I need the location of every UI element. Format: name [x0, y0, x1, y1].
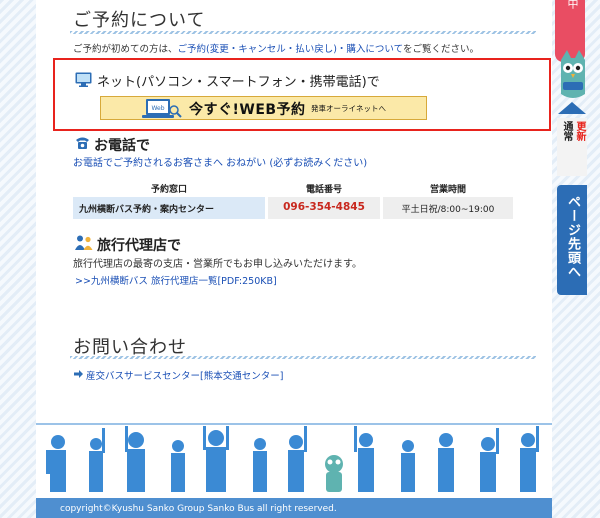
- notice-suffix: をご覧ください。: [402, 44, 479, 55]
- table-header-hours: 営業時間: [429, 185, 466, 195]
- footer: copyright©Kyushu Sanko Group Sanko Bus a…: [36, 414, 552, 518]
- mascot-icon: [561, 50, 585, 98]
- page-top-label: ページ先頭へ: [565, 195, 580, 279]
- people-icon: [75, 235, 93, 250]
- reservation-heading: ご予約について: [73, 10, 206, 31]
- net-reservation-title: ネット(パソコン・スマートフォン・携帯電話)で: [97, 75, 380, 90]
- web-reservation-label: 今すぐ!WEB予約: [189, 102, 306, 118]
- contact-link[interactable]: 産交バスサービスセンター[熊本交通センター]: [86, 368, 283, 382]
- notice-prefix: ご予約が初めての方は、: [73, 44, 178, 55]
- heading-divider: [70, 31, 536, 34]
- update-label-right: 更新: [574, 121, 585, 141]
- agency-list-link[interactable]: >>九州横断バス 旅行代理店一覧[PDF:250KB]: [75, 273, 277, 287]
- net-reservation-box: [53, 58, 551, 131]
- side-tab-char: 中: [566, 0, 579, 9]
- phone-notice-link[interactable]: お電話でご予約されるお客さまへ おねがい (必ずお読みください): [73, 154, 367, 169]
- telephone-icon: [76, 137, 89, 149]
- web-reservation-button[interactable]: Web 今すぐ!WEB予約 発車オーライネットへ: [100, 96, 427, 120]
- laptop-web-label: Web: [151, 105, 164, 112]
- page-top-button[interactable]: ページ先頭へ: [557, 185, 587, 295]
- copyright-text: copyright©Kyushu Sanko Group Sanko Bus a…: [60, 504, 337, 514]
- table-cell-window: 九州横断バス予約・案内センター: [73, 197, 265, 219]
- agency-title: 旅行代理店で: [97, 238, 181, 254]
- phone-title: お電話で: [94, 138, 150, 154]
- web-reservation-sublabel: 発車オーライネットへ: [311, 104, 386, 113]
- table-cell-hours: 平土日祝/8:00~19:00: [383, 197, 513, 219]
- laptop-web-icon: Web: [142, 99, 182, 118]
- reservation-notice: ご予約が初めての方は、ご予約(変更・キャンセル・払い戻し)・購入についてをご覧く…: [73, 41, 479, 55]
- reservation-guide-link[interactable]: ご予約(変更・キャンセル・払い戻し)・購入について: [178, 44, 403, 55]
- mascot-small-icon: [325, 455, 343, 492]
- contact-divider: [70, 356, 536, 359]
- table-header-phone: 電話番号: [305, 185, 342, 195]
- table-header-window: 予約窓口: [150, 185, 187, 195]
- update-badge[interactable]: 通常 更新: [557, 118, 587, 176]
- monitor-icon: [75, 72, 92, 87]
- arrow-right-icon: [74, 370, 83, 378]
- agency-text: 旅行代理店の最寄の支店・営業所でもお申し込みいただけます。: [73, 259, 362, 270]
- table-cell-phone: 096-354-4845: [268, 197, 380, 219]
